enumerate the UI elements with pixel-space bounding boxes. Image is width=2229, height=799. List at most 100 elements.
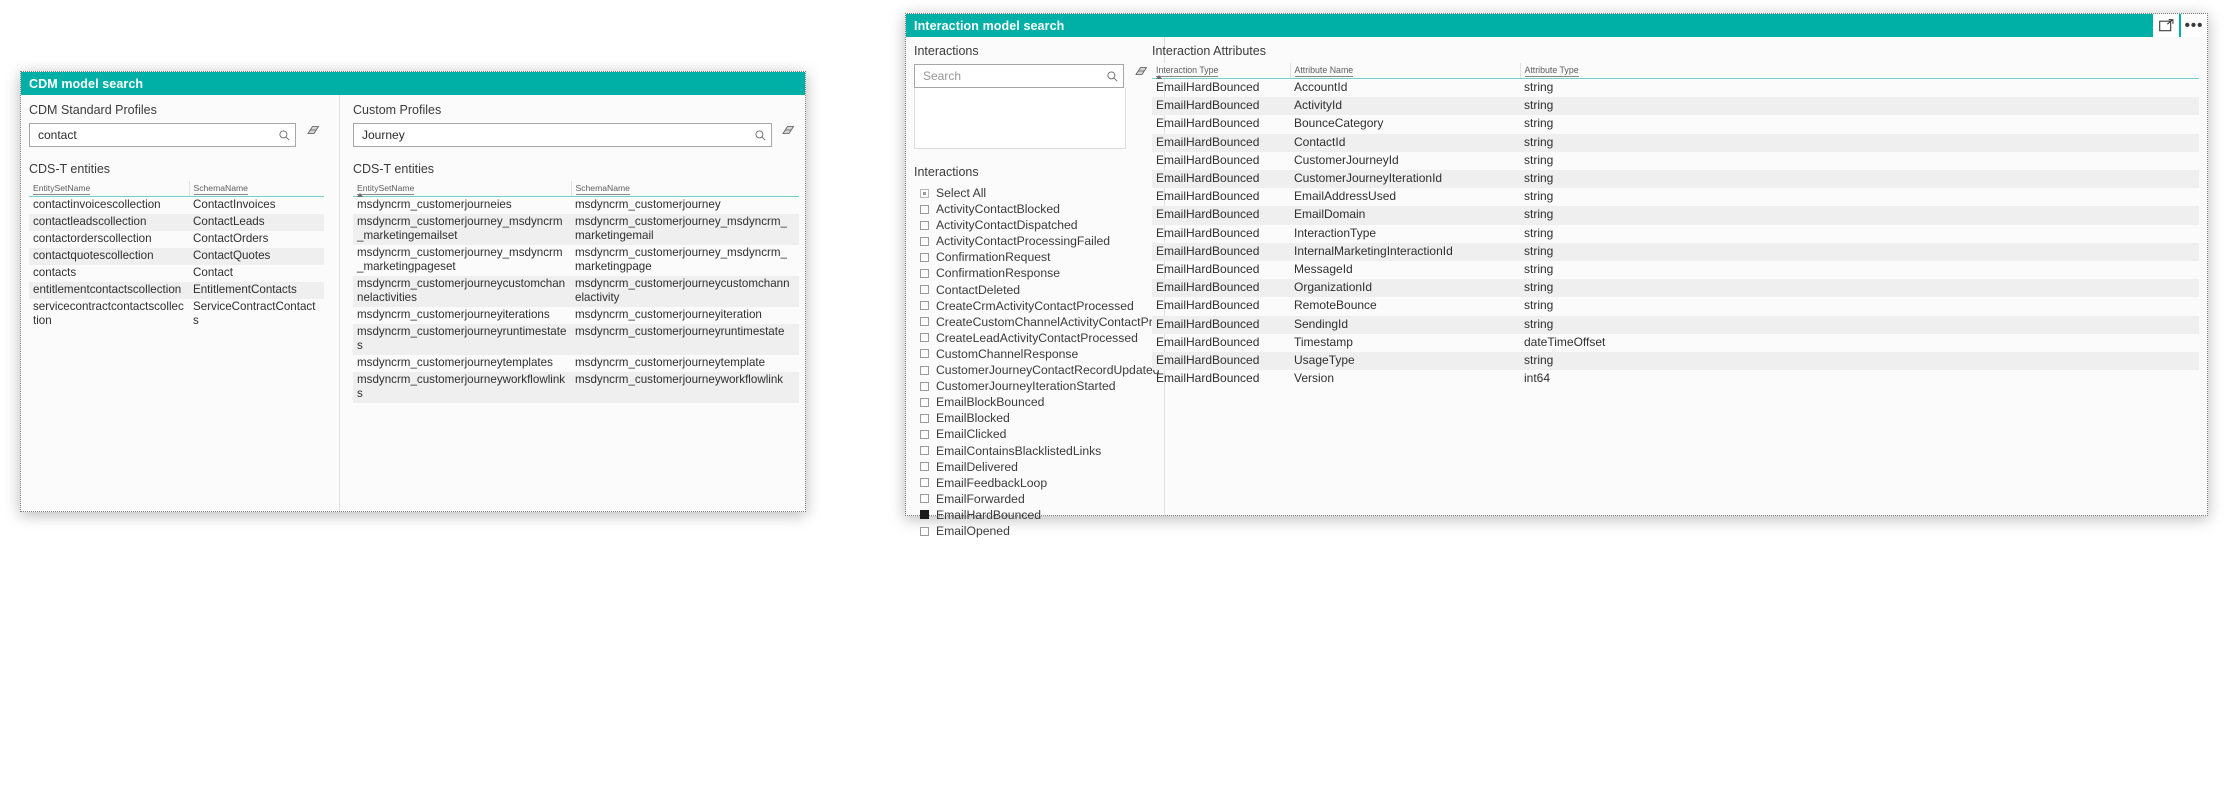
column-header-attribute-name[interactable]: Attribute Name xyxy=(1290,63,1521,79)
grid-header-row: EntitySetName SchemaName xyxy=(29,181,324,197)
table-row[interactable]: EmailHardBounced RemoteBounce string xyxy=(1152,297,2199,315)
table-row[interactable]: EmailHardBounced ContactId string xyxy=(1152,133,2199,152)
interaction-list-item[interactable]: EmailDelivered xyxy=(914,459,1154,475)
interaction-list-item[interactable]: Select All xyxy=(914,185,1154,201)
checkbox-icon[interactable] xyxy=(920,446,929,456)
interaction-list-item[interactable]: CreateCustomChannelActivityContactProc..… xyxy=(914,314,1176,330)
table-row[interactable]: contactinvoicescollection ContactInvoices xyxy=(29,197,324,215)
table-cell: string xyxy=(1524,152,1554,167)
table-row[interactable]: EmailHardBounced InteractionType string xyxy=(1152,225,2199,243)
checkbox-icon[interactable] xyxy=(920,462,929,472)
table-row[interactable]: msdyncrm_customerjourney_msdyncrm_market… xyxy=(353,245,799,276)
table-row[interactable]: EmailHardBounced EmailDomain string xyxy=(1152,206,2199,225)
interaction-list-item[interactable]: ActivityContactDispatched xyxy=(914,217,1154,233)
table-row[interactable]: EmailHardBounced AccountId string xyxy=(1152,79,2199,98)
table-row[interactable]: msdyncrm_customerjourneyworkflowlinks msd… xyxy=(353,372,799,403)
column-header-schemaname[interactable]: SchemaName xyxy=(571,181,799,197)
interaction-list-item[interactable]: ContactDeleted xyxy=(914,282,1154,298)
clear-eraser-button[interactable] xyxy=(778,118,799,142)
checkbox-icon[interactable] xyxy=(920,220,929,230)
column-header-schemaname[interactable]: SchemaName xyxy=(189,181,324,197)
checkbox-icon[interactable] xyxy=(920,526,929,536)
checkbox-icon[interactable] xyxy=(920,236,929,246)
interaction-list-item[interactable]: ActivityContactProcessingFailed xyxy=(914,233,1154,249)
interaction-list-item[interactable]: ActivityContactBlocked xyxy=(914,201,1154,217)
table-row[interactable]: EmailHardBounced UsageType string xyxy=(1152,352,2199,371)
table-row[interactable]: EmailHardBounced CustomerJourneyIteration… xyxy=(1152,170,2199,189)
interaction-list-item[interactable]: CreateCrmActivityContactProcessed xyxy=(914,298,1154,314)
interaction-list-item[interactable]: EmailClicked xyxy=(914,426,1154,442)
table-cell: string xyxy=(1524,280,1554,295)
checkbox-icon[interactable] xyxy=(920,252,929,262)
table-cell: EmailHardBounced xyxy=(1156,334,1260,349)
table-row[interactable]: msdyncrm_customerjourneytemplates msdyncr… xyxy=(353,355,799,372)
checkbox-icon[interactable] xyxy=(920,413,929,423)
checkbox-icon[interactable] xyxy=(920,381,929,391)
column-header-interaction-type[interactable]: Interaction Type xyxy=(1152,63,1291,79)
checkbox-icon[interactable] xyxy=(920,269,929,279)
interaction-list-item[interactable]: EmailBlocked xyxy=(914,410,1154,426)
cdm-standard-profiles-search-input[interactable]: contact xyxy=(29,123,297,147)
clear-eraser-button[interactable] xyxy=(302,118,324,142)
clear-eraser-button[interactable] xyxy=(1130,59,1152,83)
interaction-list-item[interactable]: CustomerJourneyIterationStarted xyxy=(914,378,1154,394)
interaction-list-item[interactable]: ConfirmationRequest xyxy=(914,249,1154,265)
table-row[interactable]: msdyncrm_customerjourneyiterations msdync… xyxy=(353,307,799,324)
checkbox-icon[interactable] xyxy=(920,285,929,295)
checkbox-icon[interactable] xyxy=(920,397,929,407)
table-row[interactable]: EmailHardBounced BounceCategory string xyxy=(1152,115,2199,133)
table-row[interactable]: msdyncrm_customerjourneyruntimestates msd… xyxy=(353,324,799,355)
table-row[interactable]: EmailHardBounced ActivityId string xyxy=(1152,97,2199,116)
column-header-entitysetname[interactable]: EntitySetName xyxy=(353,181,572,197)
interaction-list-item[interactable]: EmailHardBounced xyxy=(914,507,1154,523)
checkbox-icon[interactable] xyxy=(920,204,929,214)
table-row[interactable]: EmailHardBounced OrganizationId string xyxy=(1152,279,2199,298)
table-row[interactable]: entitlementcontactscollection Entitlement… xyxy=(29,282,324,299)
table-row[interactable]: contactorderscollection ContactOrders xyxy=(29,231,324,248)
table-row[interactable]: msdyncrm_customerjourney_msdyncrm_market… xyxy=(353,214,799,245)
interaction-list-item[interactable]: CustomerJourneyContactRecordUpdated xyxy=(914,362,1160,378)
table-row[interactable]: contactquotescollection ContactQuotes xyxy=(29,248,324,265)
checkbox-icon[interactable] xyxy=(920,494,929,504)
checkbox-icon[interactable] xyxy=(920,365,929,375)
checkbox-icon[interactable] xyxy=(920,510,929,520)
column-header-entitysetname[interactable]: EntitySetName xyxy=(29,181,190,197)
table-row[interactable]: EmailHardBounced MessageId string xyxy=(1152,261,2199,279)
table-cell: msdyncrm_customerjourneies xyxy=(357,198,512,211)
interaction-list-item-label: CreateCrmActivityContactProcessed xyxy=(936,298,1134,313)
popout-icon[interactable] xyxy=(2153,14,2179,37)
column-header-attribute-type[interactable]: Attribute Type xyxy=(1520,63,2199,79)
table-row[interactable]: EmailHardBounced SendingId string xyxy=(1152,315,2199,334)
interaction-list-item[interactable]: CreateLeadActivityContactProcessed xyxy=(914,330,1154,346)
table-row[interactable]: contacts Contact xyxy=(29,265,324,282)
checkbox-icon[interactable] xyxy=(920,429,929,439)
checkbox-icon[interactable] xyxy=(920,317,929,327)
checkbox-icon[interactable] xyxy=(920,188,929,198)
table-cell: string xyxy=(1524,134,1554,149)
checkbox-icon[interactable] xyxy=(920,478,929,488)
checkbox-icon[interactable] xyxy=(920,333,929,343)
table-row[interactable]: EmailHardBounced Timestamp dateTimeOffset xyxy=(1152,334,2199,352)
checkbox-icon[interactable] xyxy=(920,301,929,311)
checkbox-icon[interactable] xyxy=(920,349,929,359)
table-cell: msdyncrm_customerjourneyworkflowlink xyxy=(575,373,784,386)
interaction-list-item[interactable]: EmailBlockBounced xyxy=(914,394,1154,410)
table-row[interactable]: msdyncrm_customerjourneies msdyncrm_custo… xyxy=(353,197,799,215)
interactions-search-input[interactable]: Search xyxy=(914,64,1124,88)
interaction-list-item[interactable]: CustomChannelResponse xyxy=(914,346,1154,362)
interactions-checkbox-list: Select All ActivityContactBlocked Activity… xyxy=(914,185,1176,539)
interaction-list-item[interactable]: EmailFeedbackLoop xyxy=(914,475,1154,491)
interaction-list-item[interactable]: ConfirmationResponse xyxy=(914,265,1154,281)
table-row[interactable]: EmailHardBounced InternalMarketingInterac… xyxy=(1152,242,2199,262)
interaction-list-item[interactable]: EmailForwarded xyxy=(914,491,1154,507)
interaction-list-item[interactable]: EmailOpened xyxy=(914,523,1154,539)
table-row[interactable]: EmailHardBounced EmailAddressUsed string xyxy=(1152,188,2199,206)
table-row[interactable]: servicecontractcontactscollection Service… xyxy=(29,299,324,330)
table-row[interactable]: contactleadscollection ContactLeads xyxy=(29,214,324,231)
table-row[interactable]: msdyncrm_customerjourneycustomchannelact… xyxy=(353,276,799,307)
more-options-icon[interactable]: ••• xyxy=(2181,14,2207,37)
table-row[interactable]: EmailHardBounced CustomerJourneyId string xyxy=(1152,152,2199,170)
custom-profiles-search-input[interactable]: Journey xyxy=(353,123,773,147)
interaction-list-item[interactable]: EmailContainsBlacklistedLinks xyxy=(914,443,1154,459)
table-row[interactable]: EmailHardBounced Version int64 xyxy=(1152,370,2199,388)
